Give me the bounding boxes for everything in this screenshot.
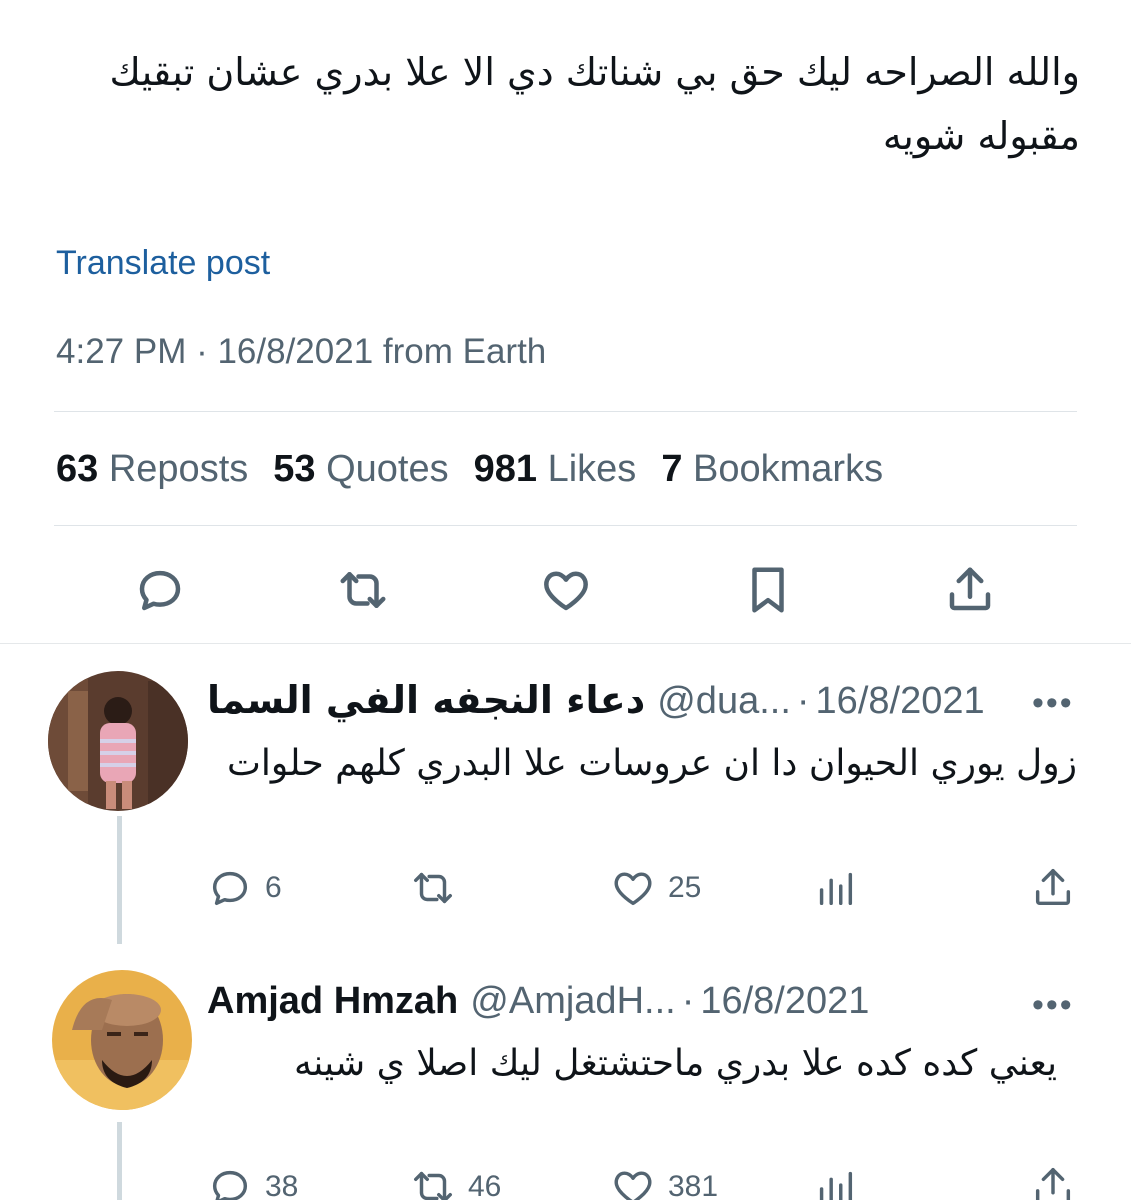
post-detail-view: والله الصراحه ليك حق بي شناتك دي الا علا… [0,0,1131,1200]
like-count: 25 [668,871,702,904]
repost-icon [340,572,386,608]
reply-button[interactable]: 6 [207,865,282,911]
more-options-icon[interactable]: ••• [1032,986,1074,1025]
reply-icon [212,1170,248,1200]
repost-icon [414,872,452,904]
separator-dot: · [796,680,810,722]
reply-item[interactable]: Amjad Hmzah @AmjadH... · 16/8/2021 ••• ي… [0,944,1131,1200]
share-icon [949,567,991,611]
reply-header: Amjad Hmzah @AmjadH... · 16/8/2021 [207,980,869,1023]
views-button[interactable] [812,865,858,911]
engagement-stats: 63 Reposts 53 Quotes 981 Likes 7 Bookmar… [56,448,883,491]
share-button[interactable] [1030,1164,1076,1200]
tweet-text: والله الصراحه ليك حق بي شناتك دي الا علا… [109,50,1080,158]
reply-icon [139,570,181,611]
likes-stat[interactable]: 981 Likes [474,448,637,491]
bookmarks-stat[interactable]: 7 Bookmarks [661,448,883,491]
bookmark-icon [752,567,784,613]
share-button[interactable] [1030,865,1076,911]
like-button[interactable]: 381 [610,1164,718,1200]
views-icon [819,872,853,906]
like-button[interactable] [536,560,596,620]
bookmark-button[interactable] [738,560,798,620]
like-icon [614,872,652,906]
author-name[interactable]: دعاء النجفه الفي السما [207,678,645,722]
reply-item[interactable]: دعاء النجفه الفي السما @dua... · 16/8/20… [0,644,1131,944]
reply-button[interactable] [130,560,190,620]
like-icon [614,1171,652,1200]
tweet-timestamp: 4:27 PM · 16/8/2021 from Earth [56,332,547,371]
like-count: 381 [668,1170,719,1200]
repost-button[interactable] [333,560,393,620]
reposts-stat[interactable]: 63 Reposts [56,448,248,491]
repost-button[interactable]: 46 [410,1164,501,1200]
divider [54,525,1077,526]
reply-date[interactable]: 16/8/2021 [816,680,985,723]
reply-date[interactable]: 16/8/2021 [700,980,869,1023]
more-options-icon[interactable]: ••• [1032,684,1074,723]
thread-line [117,1122,122,1200]
share-icon [1035,1168,1071,1200]
reply-icon [212,871,248,906]
avatar[interactable] [52,970,192,1110]
author-name[interactable]: Amjad Hmzah [207,980,458,1023]
views-icon [819,1171,853,1200]
tweet-action-bar [0,560,1131,620]
avatar[interactable] [48,671,188,811]
repost-count: 46 [468,1170,502,1200]
author-handle[interactable]: @AmjadH... [470,980,675,1023]
share-button[interactable] [940,560,1000,620]
like-button[interactable]: 25 [610,865,701,911]
reply-button[interactable]: 38 [207,1164,298,1200]
repost-icon [414,1171,452,1200]
reply-text: زول يوري الحيوان دا ان عروسات علا البدري… [227,743,1077,784]
like-icon [544,571,588,611]
repost-button[interactable] [410,865,468,911]
translate-post-link[interactable]: Translate post [56,244,270,283]
reply-text: يعني كده كده علا بدري ماحتشتغل ليك اصلا … [293,1043,1057,1084]
author-handle[interactable]: @dua... [657,680,791,723]
separator-dot: · [681,980,695,1022]
reply-count: 6 [265,871,282,904]
views-button[interactable] [812,1164,858,1200]
share-icon [1035,869,1071,906]
divider [54,411,1077,412]
quotes-stat[interactable]: 53 Quotes [273,448,448,491]
reply-count: 38 [265,1170,299,1200]
reply-header: دعاء النجفه الفي السما @dua... · 16/8/20… [207,678,985,723]
thread-line [117,816,122,944]
